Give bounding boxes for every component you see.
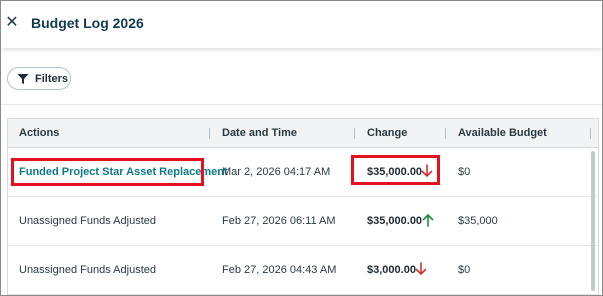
available-budget-cell: $0	[458, 166, 471, 178]
scrollbar-thumb[interactable]	[591, 151, 595, 291]
available-budget-cell: $0	[458, 264, 471, 276]
table-row: Unassigned Funds Adjusted Feb 27, 2026 0…	[8, 197, 598, 246]
budget-log-table: Actions Date and Time Change Available B…	[7, 118, 599, 295]
column-separator	[354, 128, 355, 139]
date-time-cell: Feb 27, 2026 06:11 AM	[222, 215, 336, 227]
change-amount: $3,000.00	[367, 264, 416, 276]
change-amount: $35,000.00	[367, 215, 423, 227]
table-row: Unassigned Funds Adjusted Feb 27, 2026 0…	[8, 246, 598, 295]
arrow-up-icon	[422, 213, 434, 227]
date-time-cell: Mar 2, 2026 04:17 AM	[222, 166, 331, 178]
panel-header: ✕ Budget Log 2026	[1, 1, 602, 48]
column-header-date-and-time[interactable]: Date and Time	[222, 127, 297, 139]
highlight-box-change	[351, 155, 440, 185]
table-header: Actions Date and Time Change Available B…	[8, 119, 598, 148]
divider	[1, 104, 602, 105]
action-text: Unassigned Funds Adjusted	[19, 264, 156, 276]
date-time-cell: Feb 27, 2026 04:43 AM	[222, 264, 337, 276]
filters-label: Filters	[35, 73, 69, 85]
column-separator	[445, 128, 446, 139]
vertical-scrollbar[interactable]	[589, 149, 597, 295]
arrow-down-icon	[415, 262, 427, 276]
column-header-actions[interactable]: Actions	[19, 127, 59, 139]
column-header-available-budget[interactable]: Available Budget	[458, 127, 547, 139]
column-separator	[590, 128, 591, 139]
action-text: Unassigned Funds Adjusted	[19, 215, 156, 227]
filter-icon	[17, 74, 29, 84]
page-title: Budget Log 2026	[31, 15, 144, 31]
column-separator	[209, 128, 210, 139]
available-budget-cell: $35,000	[458, 215, 498, 227]
highlight-box-action	[11, 158, 204, 186]
filters-button[interactable]: Filters	[7, 67, 71, 90]
close-icon[interactable]: ✕	[5, 15, 19, 31]
column-header-change[interactable]: Change	[367, 127, 407, 139]
budget-log-panel: ✕ Budget Log 2026 Filters Actions Date a…	[0, 0, 603, 296]
